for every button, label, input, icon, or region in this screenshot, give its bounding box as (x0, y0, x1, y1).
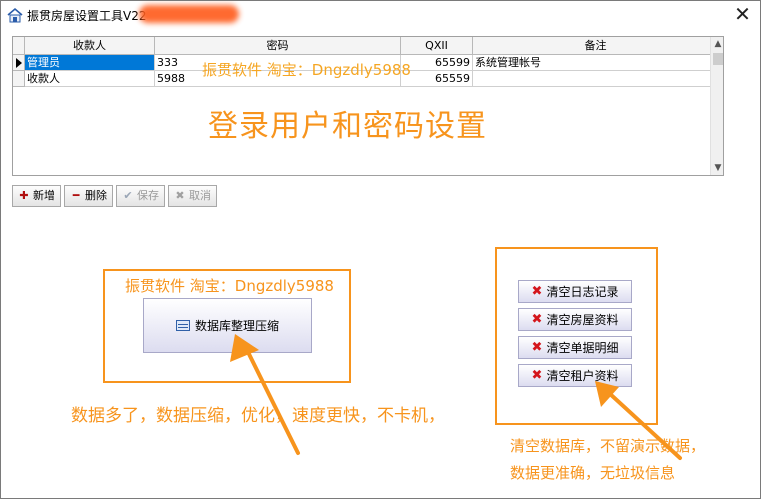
clear-log-label: 清空日志记录 (546, 285, 619, 299)
compress-button-label: 数据库整理压缩 (194, 319, 279, 333)
database-icon (175, 320, 190, 331)
column-header-password[interactable]: 密码 (155, 37, 401, 55)
clear-note-line2: 数据更准确，无垃圾信息 (510, 464, 676, 482)
compress-watermark-text: 振贯软件 淘宝：Dngzdly5988 (125, 277, 334, 295)
cell-qx[interactable]: 65559 (401, 71, 473, 87)
cancel-button-label: 取消 (189, 189, 211, 202)
check-icon: ✔ (123, 189, 133, 202)
clear-log-button[interactable]: ✖ 清空日志记录 (518, 280, 632, 303)
clear-note-line1: 清空数据库，不留演示数据， (510, 437, 706, 455)
house-icon (7, 7, 23, 23)
delete-button[interactable]: ━ 删除 (64, 185, 113, 207)
cell-qx[interactable]: 65599 (401, 55, 473, 71)
add-button-label: 新增 (33, 189, 55, 202)
add-button[interactable]: ✚ 新增 (12, 185, 61, 207)
save-button-label: 保存 (137, 189, 159, 202)
scroll-down-icon[interactable]: ▼ (711, 161, 723, 175)
cell-note[interactable] (473, 71, 719, 87)
grid-scrollbar[interactable]: ▲ ▼ (710, 37, 723, 175)
red-x-icon: ✖ (531, 284, 543, 299)
row-current-indicator (13, 55, 25, 71)
section-annotation-title: 登录用户和密码设置 (208, 109, 487, 144)
cell-payee[interactable]: 收款人 (25, 71, 155, 87)
delete-button-label: 删除 (85, 189, 107, 202)
row-pointer-icon (16, 58, 22, 68)
clear-tenants-label: 清空租户资料 (546, 369, 619, 383)
clear-housing-label: 清空房屋资料 (546, 313, 619, 327)
grid-toolbar: ✚ 新增 ━ 删除 ✔ 保存 ✖ 取消 (12, 185, 217, 207)
clear-receipts-button[interactable]: ✖ 清空单据明细 (518, 336, 632, 359)
compress-note: 数据多了，数据压缩，优化，速度更快，不卡机， (71, 406, 445, 426)
watermark-text: 振贯软件 淘宝：Dngzdly5988 (202, 61, 411, 79)
grid-header: 收款人 密码 QXII 备注 (13, 37, 719, 55)
row-indicator (13, 71, 25, 87)
save-button[interactable]: ✔ 保存 (116, 185, 165, 207)
red-x-icon: ✖ (531, 368, 543, 383)
redacted-title-part (139, 5, 239, 23)
close-icon[interactable]: ✕ (725, 1, 760, 29)
column-header-payee[interactable]: 收款人 (25, 37, 155, 55)
window-title: 振贯房屋设置工具V22 (27, 9, 147, 23)
plus-icon: ✚ (19, 189, 29, 202)
minus-icon: ━ (72, 189, 80, 202)
clear-tenants-button[interactable]: ✖ 清空租户资料 (518, 364, 632, 387)
clear-housing-button[interactable]: ✖ 清空房屋资料 (518, 308, 632, 331)
column-header-qx[interactable]: QXII (401, 37, 473, 55)
x-icon: ✖ (175, 189, 185, 202)
column-header-note[interactable]: 备注 (473, 37, 719, 55)
scroll-up-icon[interactable]: ▲ (711, 37, 723, 51)
cell-payee[interactable]: 管理员 (25, 55, 155, 71)
settings-window: 振贯房屋设置工具V22 ✕ 收款人 密码 QXII 备注 管理员 333 655… (0, 0, 761, 499)
compress-database-button[interactable]: 数据库整理压缩 (143, 298, 312, 353)
red-x-icon: ✖ (531, 312, 543, 327)
cell-note[interactable]: 系统管理帐号 (473, 55, 719, 71)
title-bar: 振贯房屋设置工具V22 ✕ (1, 1, 760, 29)
clear-receipts-label: 清空单据明细 (546, 341, 619, 355)
header-indicator (13, 37, 25, 55)
scroll-thumb[interactable] (713, 53, 723, 65)
red-x-icon: ✖ (531, 340, 543, 355)
cancel-button[interactable]: ✖ 取消 (168, 185, 217, 207)
